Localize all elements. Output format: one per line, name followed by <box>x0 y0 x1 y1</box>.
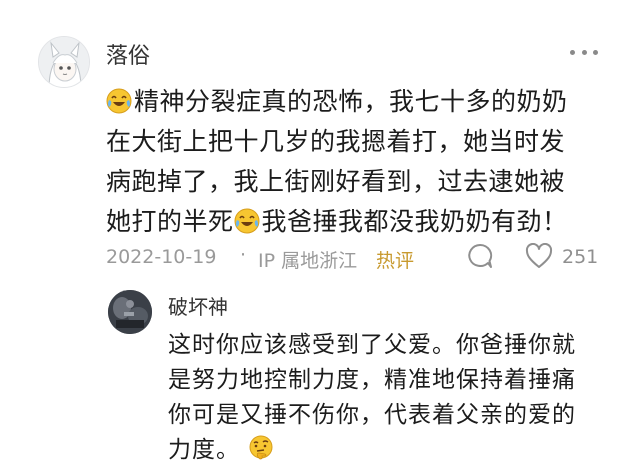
laughing-crying-emoji-icon <box>234 208 260 234</box>
reply-avatar[interactable] <box>108 290 152 334</box>
comment-username[interactable]: 落俗 <box>106 38 150 70</box>
laughing-crying-emoji-icon <box>106 88 132 114</box>
anime-girl-avatar-icon <box>39 37 89 87</box>
reply-bubble-icon[interactable] <box>466 242 494 270</box>
reply-text-line: 力度。 <box>168 433 608 460</box>
avatar[interactable] <box>38 36 90 88</box>
more-options-button[interactable] <box>566 40 602 64</box>
comment-text: 精神分裂症真的恐怖，我七十多的奶奶 在大街上把十几岁的我摁着打，她当时发 病跑掉… <box>106 82 626 242</box>
more-dots-icon <box>570 49 575 55</box>
thinking-face-emoji-icon <box>249 435 273 460</box>
comment-text-line: 她打的半死 我爸捶我都没我奶奶有劲！ <box>106 207 568 236</box>
reply-text-line: 你可是又捶不伤你，代表着父亲的爱的 <box>168 402 576 428</box>
reply-username[interactable]: 破坏神 <box>168 291 228 320</box>
reply-text: 这时你应该感受到了父爱。你爸捶你就 是努力地控制力度，精准地保持着捶痛 你可是又… <box>168 328 608 460</box>
hot-comment-badge: 热评 <box>376 250 415 272</box>
comment-text-line: 病跑掉了，我上街刚好看到，过去逮她被 <box>106 167 566 196</box>
ip-location: IP 属地浙江 <box>258 250 358 272</box>
meta-separator: · <box>240 244 247 266</box>
reply-text-line: 这时你应该感受到了父爱。你爸捶你就 <box>168 332 576 358</box>
comment-text-line: 在大街上把十几岁的我摁着打，她当时发 <box>106 127 566 156</box>
heart-icon[interactable] <box>525 243 553 269</box>
comment-text-line: 精神分裂症真的恐怖，我七十多的奶奶 <box>106 82 626 122</box>
comment-date: 2022-10-19 <box>106 246 217 268</box>
reply-text-line: 是努力地控制力度，精准地保持着捶痛 <box>168 367 576 393</box>
dark-photo-avatar-icon <box>108 290 152 334</box>
like-count: 251 <box>562 246 599 268</box>
